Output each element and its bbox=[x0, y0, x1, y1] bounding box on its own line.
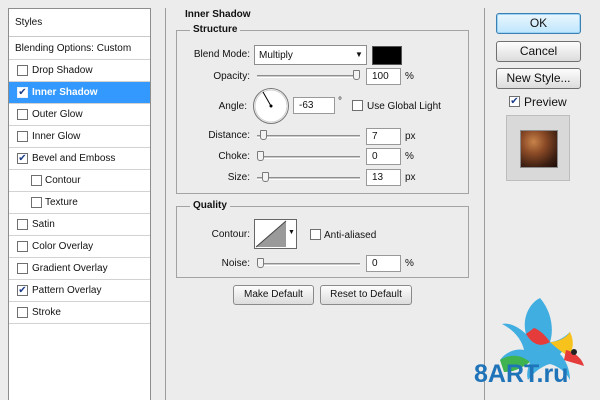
styles-list: Styles Blending Options: Custom Drop Sha… bbox=[8, 8, 151, 400]
style-item-label: Satin bbox=[32, 219, 55, 230]
blend-mode-select[interactable]: Multiply ▼ bbox=[254, 45, 367, 65]
style-item[interactable]: Gradient Overlay bbox=[9, 258, 150, 280]
choke-input[interactable]: 0 bbox=[366, 148, 401, 165]
quality-title: Quality bbox=[190, 200, 230, 211]
watermark-logo: 8ART.ru bbox=[470, 290, 600, 400]
distance-unit: px bbox=[405, 131, 416, 142]
distance-input[interactable]: 7 bbox=[366, 128, 401, 145]
style-item-checkbox[interactable] bbox=[17, 241, 28, 252]
opacity-input[interactable]: 100 bbox=[366, 68, 401, 85]
style-item[interactable]: Contour bbox=[9, 170, 150, 192]
style-item[interactable]: ✔ Inner Shadow bbox=[9, 82, 150, 104]
style-item-label: Drop Shadow bbox=[32, 65, 93, 76]
contour-label: Contour: bbox=[211, 229, 250, 240]
style-item[interactable]: ✔ Pattern Overlay bbox=[9, 280, 150, 302]
opacity-unit: % bbox=[405, 71, 414, 82]
noise-slider-thumb[interactable] bbox=[257, 258, 264, 268]
style-item[interactable]: Stroke bbox=[9, 302, 150, 324]
style-item[interactable]: Satin bbox=[9, 214, 150, 236]
style-item[interactable]: Color Overlay bbox=[9, 236, 150, 258]
distance-slider[interactable] bbox=[257, 135, 360, 138]
opacity-slider[interactable] bbox=[257, 75, 360, 78]
distance-label: Distance: bbox=[208, 130, 250, 141]
size-slider-thumb[interactable] bbox=[261, 172, 269, 182]
chevron-down-icon: ▼ bbox=[355, 50, 363, 59]
anti-aliased-checkbox[interactable] bbox=[310, 229, 321, 240]
ok-button[interactable]: OK bbox=[496, 13, 581, 34]
style-item[interactable]: Drop Shadow bbox=[9, 60, 150, 82]
angle-label: Angle: bbox=[218, 101, 247, 112]
noise-input[interactable]: 0 bbox=[366, 255, 401, 272]
preview-thumbnail bbox=[506, 115, 570, 181]
shadow-color-swatch[interactable] bbox=[372, 46, 402, 65]
choke-label: Choke: bbox=[218, 151, 250, 162]
choke-slider-thumb[interactable] bbox=[257, 151, 264, 161]
style-item-label: Pattern Overlay bbox=[32, 285, 102, 296]
style-item-label: Bevel and Emboss bbox=[32, 153, 116, 164]
chevron-down-icon: ▼ bbox=[288, 229, 295, 236]
style-item-checkbox[interactable]: ✔ bbox=[17, 87, 28, 98]
make-default-button[interactable]: Make Default bbox=[233, 285, 314, 305]
style-item-checkbox[interactable] bbox=[31, 197, 42, 208]
choke-unit: % bbox=[405, 151, 414, 162]
reset-to-default-button[interactable]: Reset to Default bbox=[320, 285, 412, 305]
angle-dial-icon bbox=[253, 88, 289, 124]
style-item-checkbox[interactable] bbox=[17, 263, 28, 274]
size-unit: px bbox=[405, 172, 416, 183]
style-item[interactable]: ✔ Bevel and Emboss bbox=[9, 148, 150, 170]
opacity-slider-thumb[interactable] bbox=[353, 70, 360, 80]
size-input[interactable]: 13 bbox=[366, 169, 401, 186]
preview-label: Preview bbox=[524, 95, 567, 109]
noise-label: Noise: bbox=[221, 258, 250, 269]
style-item-label: Contour bbox=[45, 175, 81, 186]
style-item-label: Color Overlay bbox=[32, 241, 94, 252]
preview-checkbox[interactable]: ✔ bbox=[509, 96, 520, 107]
style-item-checkbox[interactable] bbox=[17, 109, 28, 120]
style-item-checkbox[interactable]: ✔ bbox=[17, 285, 28, 296]
angle-input[interactable]: -63 bbox=[293, 97, 335, 114]
cancel-button[interactable]: Cancel bbox=[496, 41, 581, 62]
style-item-checkbox[interactable] bbox=[17, 65, 28, 76]
anti-aliased-label: Anti-aliased bbox=[324, 230, 377, 241]
blend-mode-label: Blend Mode: bbox=[193, 49, 250, 60]
contour-preview-icon bbox=[255, 220, 287, 248]
use-global-light-label: Use Global Light bbox=[367, 101, 441, 112]
style-item-label: Texture bbox=[45, 197, 78, 208]
distance-slider-thumb[interactable] bbox=[259, 130, 267, 140]
style-item-checkbox[interactable] bbox=[17, 219, 28, 230]
style-item-checkbox[interactable] bbox=[17, 131, 28, 142]
preview-swatch bbox=[520, 130, 558, 168]
new-style-button[interactable]: New Style... bbox=[496, 68, 581, 89]
style-item-label: Inner Glow bbox=[32, 131, 81, 142]
structure-title: Structure bbox=[190, 24, 241, 35]
use-global-light-checkbox[interactable] bbox=[352, 100, 363, 111]
style-item-label: Outer Glow bbox=[32, 109, 83, 120]
style-item[interactable]: Outer Glow bbox=[9, 104, 150, 126]
size-label: Size: bbox=[227, 172, 250, 183]
style-item-label: Stroke bbox=[32, 307, 61, 318]
style-item-label: Gradient Overlay bbox=[32, 263, 108, 274]
styles-header[interactable]: Styles bbox=[9, 9, 150, 37]
style-item-checkbox[interactable]: ✔ bbox=[17, 153, 28, 164]
style-item[interactable]: Texture bbox=[9, 192, 150, 214]
angle-unit: ° bbox=[338, 96, 342, 107]
opacity-label: Opacity: bbox=[213, 71, 250, 82]
style-item-label: Inner Shadow bbox=[32, 87, 98, 98]
choke-slider[interactable] bbox=[257, 156, 360, 159]
style-item-checkbox[interactable] bbox=[17, 307, 28, 318]
noise-slider[interactable] bbox=[257, 263, 360, 266]
noise-unit: % bbox=[405, 258, 414, 269]
watermark-text: 8ART.ru bbox=[474, 360, 569, 388]
angle-dial[interactable] bbox=[252, 87, 290, 125]
style-item[interactable]: Inner Glow bbox=[9, 126, 150, 148]
size-slider[interactable] bbox=[257, 177, 360, 180]
contour-picker[interactable]: ▼ bbox=[254, 219, 297, 249]
inner-shadow-title: Inner Shadow bbox=[182, 9, 254, 20]
blending-options-item[interactable]: Blending Options: Custom bbox=[9, 37, 150, 60]
style-item-checkbox[interactable] bbox=[31, 175, 42, 186]
blend-mode-value: Multiply bbox=[259, 50, 293, 61]
